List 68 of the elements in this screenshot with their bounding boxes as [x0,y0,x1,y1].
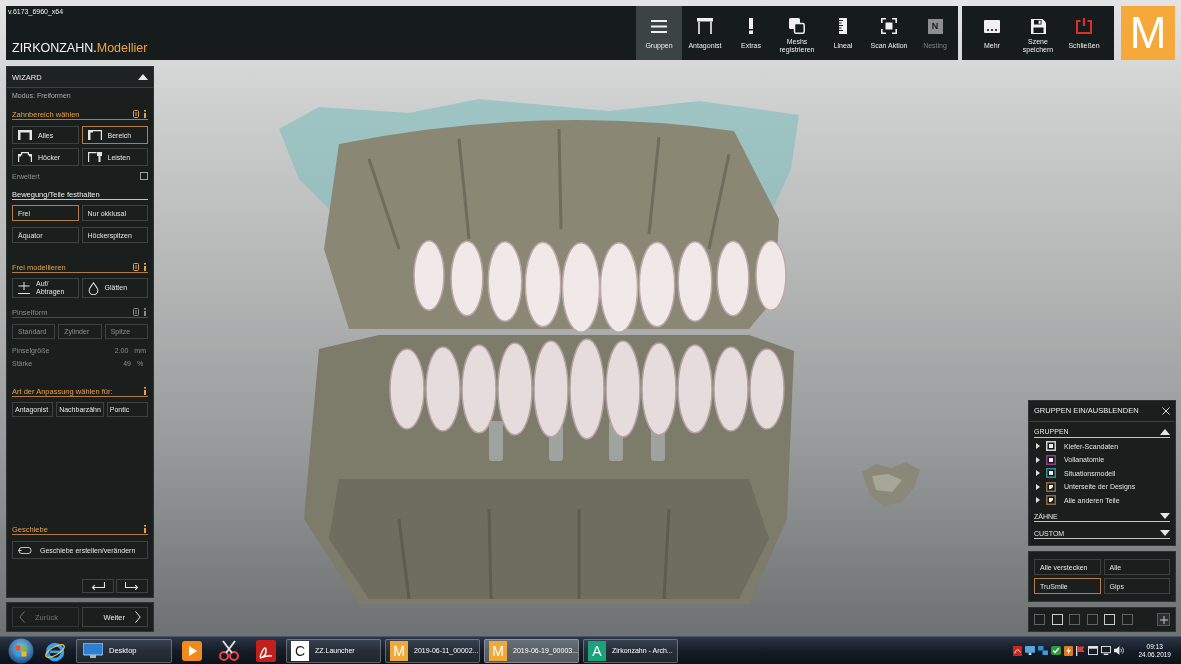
collapse-triangle-icon[interactable] [1160,428,1170,435]
view-toggle[interactable] [1121,614,1133,625]
collapse-triangle-icon[interactable] [1160,530,1170,536]
app-tile: M [390,640,408,661]
expand-triangle-icon[interactable] [1036,456,1040,463]
letter-tile: N [927,18,943,34]
view-toggle[interactable] [1086,614,1098,625]
power-icon [1076,18,1092,34]
collapse-triangle-icon[interactable] [138,74,148,80]
visibility-checkbox[interactable] [1046,481,1056,492]
play-icon[interactable] [182,640,202,661]
memo-icon[interactable] [133,308,139,316]
chevron-left-icon [19,611,25,623]
stepped-bracket-icon [18,152,32,162]
app-logo: M [1121,6,1175,60]
flagged-bracket-icon [87,152,102,162]
overlapping-squares-icon [789,18,805,34]
app-title: ZIRKONZAHN.Modellier [11,41,148,56]
menu-icon [651,19,667,33]
scissors-icon[interactable] [218,639,240,662]
memo-icon[interactable] [133,263,139,271]
scan-frame-icon [881,18,897,34]
memo-icon[interactable] [133,110,139,118]
visibility-checkbox[interactable] [1046,454,1056,465]
corner-bracket-icon [87,130,102,140]
pdf-icon[interactable] [256,639,276,662]
expand-triangle-icon[interactable] [1036,497,1040,504]
check-icon[interactable] [1051,646,1062,655]
plus-minus-icon [18,282,30,294]
network-icon[interactable] [1038,646,1049,655]
expand-triangle-icon[interactable] [1036,443,1040,450]
return-arrow-icon [125,582,139,590]
view-toggle[interactable] [1069,614,1080,625]
more-dots-icon [984,19,1000,33]
checkbox[interactable] [140,172,148,180]
capsule-icon [18,546,32,554]
view-toggle[interactable] [1034,614,1045,625]
app-tile: M [489,640,507,661]
exclamation-icon [749,18,753,34]
plus-icon [1159,615,1168,624]
save-icon [1030,18,1046,34]
window-icon[interactable] [1088,646,1099,655]
scan-fragment-drawing [862,462,920,506]
app-tile: C [291,640,309,661]
undo-button[interactable] [82,579,114,593]
start-button[interactable] [8,637,34,664]
ruler-icon [839,18,847,34]
collapse-triangle-icon[interactable] [1160,513,1170,519]
document-icon[interactable] [1013,645,1023,656]
add-button[interactable] [1157,613,1170,626]
monitor-icon [83,643,103,658]
return-arrow-icon [91,582,105,590]
expand-triangle-icon[interactable] [1036,483,1040,490]
flag-icon[interactable] [1076,645,1086,656]
screen-icon[interactable] [1101,646,1112,655]
drop-icon [87,281,99,295]
visibility-checkbox[interactable] [1046,495,1056,506]
redo-button[interactable] [116,579,148,593]
chevron-right-icon [135,611,141,623]
speaker-icon[interactable] [1114,646,1125,655]
bolt-icon[interactable] [1064,645,1074,656]
monitor-icon[interactable] [1025,646,1036,655]
expand-triangle-icon[interactable] [1036,470,1040,477]
frame-icon [697,18,713,34]
visibility-checkbox[interactable] [1046,468,1056,479]
bracket-icon [18,130,32,140]
app-tile: A [588,640,606,661]
close-icon[interactable] [1162,406,1170,415]
